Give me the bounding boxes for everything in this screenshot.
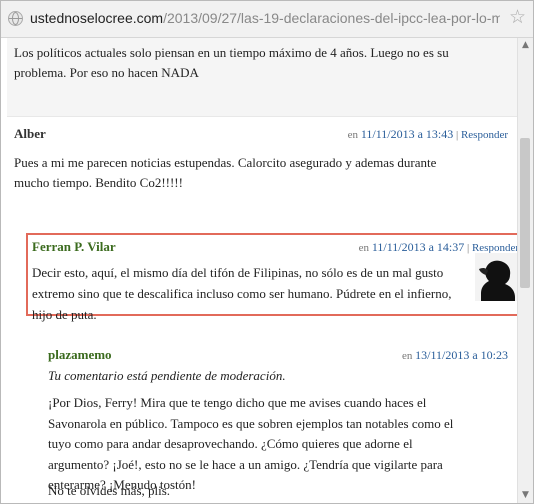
reply-link[interactable]: Responder xyxy=(461,129,508,141)
vertical-scrollbar[interactable]: ▲ ▼ xyxy=(517,38,533,503)
comment-author[interactable]: Ferran P. Vilar xyxy=(32,239,116,255)
comment-text: No te olvides más, plis. xyxy=(48,483,171,498)
comment-author[interactable]: plazamemo xyxy=(48,347,112,363)
scroll-up-icon[interactable]: ▲ xyxy=(518,38,533,53)
url-host: ustednoselocree.com xyxy=(30,10,164,26)
comment-meta: en 13/11/2013 a 10:23 xyxy=(402,348,508,363)
url-path: /2013/09/27/las-19-declaraciones-del-ipc… xyxy=(163,10,500,26)
avatar xyxy=(475,253,517,301)
comment-meta: en 11/11/2013 a 13:43 | Responder xyxy=(348,127,508,142)
meta-separator: | xyxy=(456,129,459,141)
comment-text: Los políticos actuales solo piensan en u… xyxy=(14,45,449,80)
url-text[interactable]: ustednoselocree.com/2013/09/27/las-19-de… xyxy=(30,10,500,26)
moderation-notice: Tu comentario está pendiente de moderaci… xyxy=(48,368,286,383)
comment-date[interactable]: 11/11/2013 a 14:37 xyxy=(372,240,464,254)
globe-icon xyxy=(8,11,23,26)
comment-text: Decir esto, aquí, el mismo día del tifón… xyxy=(32,265,452,322)
comment-author[interactable]: Alber xyxy=(14,126,46,142)
date-prefix: en xyxy=(358,242,370,254)
avatar-silhouette-icon xyxy=(475,253,517,301)
browser-window: ustednoselocree.com/2013/09/27/las-19-de… xyxy=(0,0,534,504)
scroll-down-icon[interactable]: ▼ xyxy=(518,488,533,503)
comment-date[interactable]: 11/11/2013 a 13:43 xyxy=(361,127,453,141)
highlighted-comment: Ferran P. Vilar en 11/11/2013 a 14:37 | … xyxy=(26,233,518,322)
date-prefix: en xyxy=(401,350,413,362)
scrollbar-thumb[interactable] xyxy=(520,138,530,288)
star-icon[interactable]: ☆ xyxy=(509,8,526,27)
date-prefix: en xyxy=(347,129,359,141)
comment-date[interactable]: 13/11/2013 a 10:23 xyxy=(415,348,508,362)
address-bar[interactable]: ustednoselocree.com/2013/09/27/las-19-de… xyxy=(1,1,533,38)
meta-separator: | xyxy=(467,242,470,254)
comment-text: Pues a mi me parecen noticias estupendas… xyxy=(14,155,437,190)
page-content: Los políticos actuales solo piensan en u… xyxy=(1,38,518,503)
